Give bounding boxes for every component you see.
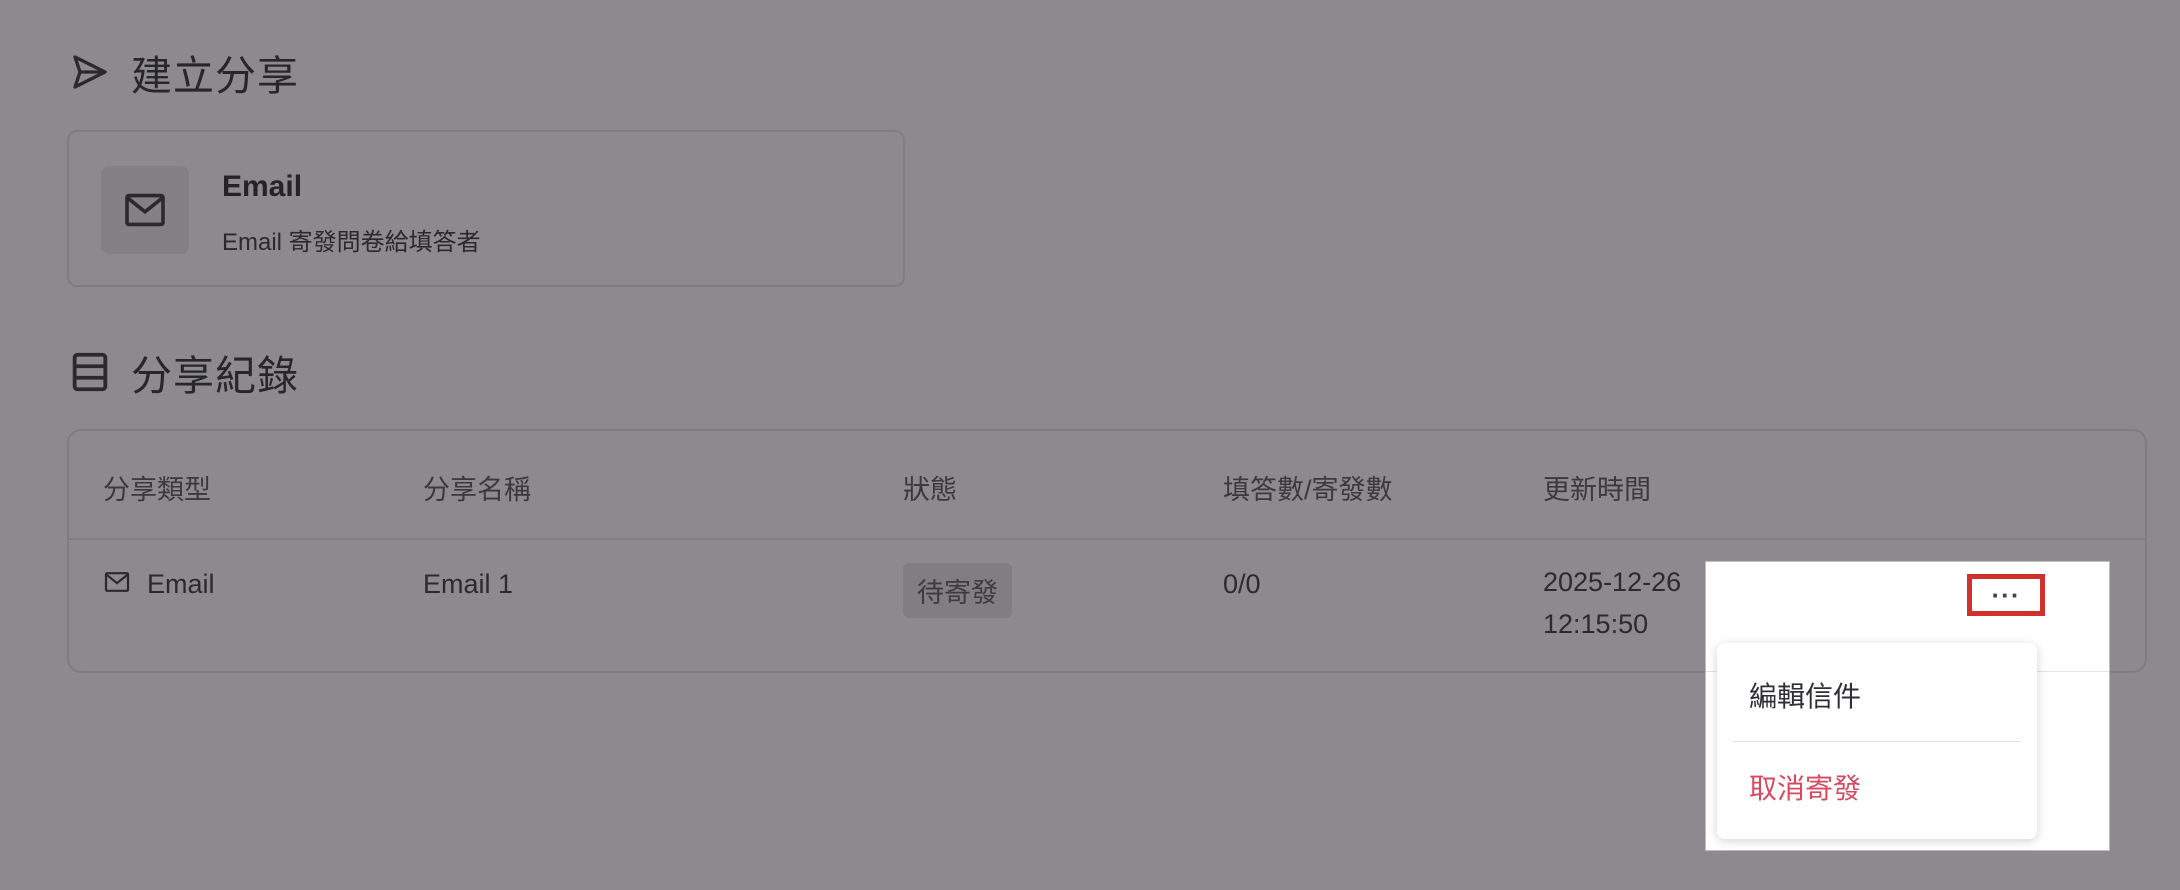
email-share-card[interactable]: Email Email 寄發問卷給填答者 bbox=[67, 130, 905, 287]
column-header-name: 分享名稱 bbox=[423, 475, 531, 505]
mail-icon bbox=[101, 166, 189, 254]
menu-item-cancel-send[interactable]: 取消寄發 bbox=[1749, 767, 1861, 807]
menu-item-edit-email[interactable]: 編輯信件 bbox=[1749, 675, 1861, 715]
list-icon bbox=[67, 349, 113, 395]
row-updated-time: 12:15:50 bbox=[1543, 609, 1649, 639]
column-header-type: 分享類型 bbox=[103, 475, 211, 505]
create-share-heading: 建立分享 bbox=[67, 42, 299, 102]
row-name: Email 1 bbox=[423, 569, 514, 599]
column-header-updated: 更新時間 bbox=[1543, 475, 1651, 505]
mail-icon bbox=[103, 569, 131, 600]
row-type-cell: Email bbox=[103, 569, 215, 600]
status-badge: 待寄發 bbox=[903, 563, 1012, 618]
header-divider bbox=[69, 538, 2145, 540]
more-icon: ··· bbox=[1991, 580, 2021, 610]
row-updated-date: 2025-12-26 bbox=[1543, 567, 1682, 597]
actions-menu: 編輯信件 取消寄發 bbox=[1717, 643, 2037, 839]
column-header-counts: 填答數/寄發數 bbox=[1223, 475, 1393, 505]
menu-divider bbox=[1733, 741, 2021, 742]
email-card-description: Email 寄發問卷給填答者 bbox=[222, 229, 481, 256]
more-actions-button[interactable]: ··· bbox=[1967, 574, 2045, 616]
row-counts: 0/0 bbox=[1223, 569, 1261, 599]
create-share-title: 建立分享 bbox=[131, 53, 299, 99]
column-header-status: 狀態 bbox=[903, 475, 957, 505]
share-records-title: 分享紀錄 bbox=[131, 353, 299, 399]
share-records-heading: 分享紀錄 bbox=[67, 342, 299, 402]
send-icon bbox=[67, 52, 113, 92]
row-updated: 2025-12-26 12:15:50 bbox=[1543, 561, 1681, 645]
email-card-title: Email bbox=[222, 170, 303, 203]
row-type: Email bbox=[147, 569, 215, 599]
